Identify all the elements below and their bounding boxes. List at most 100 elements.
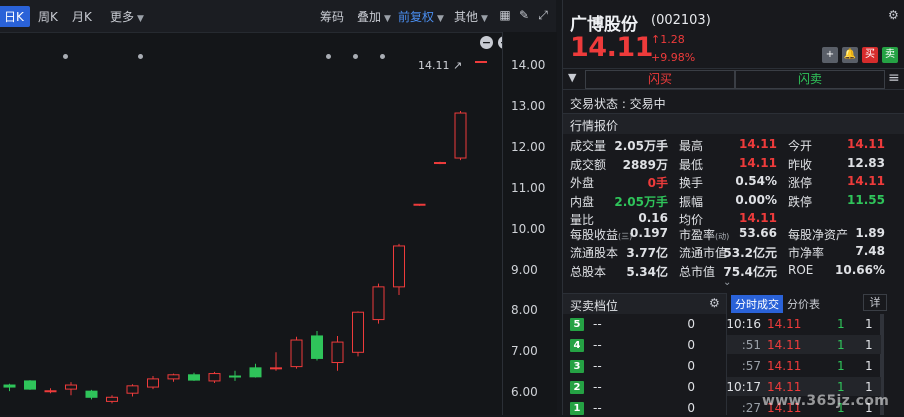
candlestick <box>229 370 241 381</box>
tab-price-table[interactable]: 分价表 <box>787 296 820 312</box>
price-tick-label: 11.00 <box>511 180 546 195</box>
price-tick-label: 14.00 <box>511 58 546 72</box>
order-volume: 0 <box>687 359 695 373</box>
quote-label: 昨收 <box>788 157 813 172</box>
quote-value: 2.05万手 <box>614 139 668 153</box>
quote-value: 14.11 <box>847 137 885 151</box>
candlestick <box>454 110 467 161</box>
candlestick <box>208 371 221 383</box>
trade-time: :51 <box>741 338 761 352</box>
fundamental-label: 流通市值 <box>679 246 728 261</box>
tab-week-k[interactable]: 周K <box>38 8 58 25</box>
candlestick <box>24 380 36 390</box>
order-price: -- <box>593 380 602 394</box>
order-price: -- <box>593 401 602 415</box>
menu-icon[interactable]: ≡ <box>888 70 900 86</box>
tab-month-k[interactable]: 月K <box>72 8 92 25</box>
chart-toolbar: 日K 周K 月K 更多 ▼ 筹码 叠加 ▼ 前复权 ▼ 其他 ▼ ▦ ✎ ⤢ <box>0 0 556 33</box>
fullscreen-icon[interactable]: ⤢ <box>536 8 550 22</box>
quote-section-header: 行情报价 <box>563 113 904 134</box>
price-change-pct: +9.98% <box>651 51 696 64</box>
trade-count: 1 <box>865 338 873 352</box>
quote-label: 今开 <box>788 139 813 153</box>
more-label: 更多 <box>110 10 135 24</box>
other-label: 其他 <box>454 10 479 24</box>
other-dropdown[interactable]: 其他 ▼ <box>454 8 488 25</box>
quote-value: 14.11 <box>847 174 885 189</box>
fundamental-value: 75.4亿元 <box>723 264 777 279</box>
gear-icon[interactable]: ⚙ <box>709 296 720 310</box>
flash-trade-row: ▼ 闪买 闪卖 ≡ <box>563 68 904 90</box>
alert-bell-icon[interactable]: 🔔 <box>842 47 858 63</box>
overlay-dropdown[interactable]: 叠加 ▼ <box>357 8 391 25</box>
fuquan-dropdown[interactable]: 前复权 ▼ <box>398 8 444 25</box>
candlestick <box>352 311 364 357</box>
gear-icon[interactable]: ⚙ <box>888 8 899 22</box>
trade-time: :27 <box>741 401 761 415</box>
candlestick <box>65 382 77 396</box>
flash-sell-button[interactable]: 闪卖 <box>735 70 885 89</box>
quote-value: 11.55 <box>847 192 885 207</box>
candlestick <box>475 61 487 64</box>
order-book-title: 买卖档位 <box>570 299 619 313</box>
candle-body <box>270 367 282 370</box>
quote-value: 14.11 <box>739 137 777 151</box>
price-axis: 14.00 13.00 12.00 11.00 10.00 9.00 8.00 7.00 6.0… <box>502 32 557 415</box>
order-volume: 0 <box>687 401 695 415</box>
order-book-header: 买卖档位 ⚙ <box>563 293 726 314</box>
trade-count: 1 <box>865 380 873 394</box>
trade-row: :51 14.11 1 1 <box>727 335 881 354</box>
fundamental-label: 每股净资产 <box>788 228 849 242</box>
expand-icon[interactable]: ▼ <box>568 71 576 84</box>
fundamental-value: 53.2亿元 <box>723 246 777 261</box>
candle-body <box>208 373 221 382</box>
quote-label: 振幅 <box>679 194 704 209</box>
marker-dot <box>380 54 385 59</box>
trade-price: 14.11 <box>767 317 802 331</box>
trade-price: 14.11 <box>767 338 802 352</box>
trade-volume: 1 <box>837 338 845 352</box>
tab-tick-trades[interactable]: 分时成交 <box>731 295 783 313</box>
candle-body <box>249 367 262 378</box>
candle-body <box>352 311 364 353</box>
trade-time: 10:16 <box>726 317 761 331</box>
candle-body <box>126 385 139 394</box>
quote-value: 14.11 <box>739 155 777 170</box>
grid-icon[interactable]: ▦ <box>498 8 512 22</box>
more-dropdown[interactable]: 更多 ▼ <box>110 8 144 25</box>
order-level-badge: 2 <box>570 381 584 394</box>
quote-section-title: 行情报价 <box>570 119 619 133</box>
last-price-tag: 14.11 ↗ <box>418 59 462 72</box>
price-tick-label: 6.00 <box>511 385 538 400</box>
candlestick <box>85 389 98 400</box>
order-level-badge: 5 <box>570 318 584 331</box>
marker-dot <box>138 54 143 59</box>
chevron-down-icon: ▼ <box>437 14 444 24</box>
flash-buy-button[interactable]: 闪买 <box>585 70 735 89</box>
marker-dot <box>353 54 358 59</box>
add-watchlist-icon[interactable]: + <box>822 47 838 63</box>
quote-value: 2889万 <box>622 157 668 172</box>
candle-body <box>311 335 323 359</box>
trade-count: 1 <box>865 359 873 373</box>
draw-pen-icon[interactable]: ✎ <box>517 8 531 22</box>
candlestick <box>147 376 159 390</box>
zoom-out-icon[interactable]: − <box>480 36 493 49</box>
sell-button[interactable]: 卖 <box>882 47 898 63</box>
tab-day-k[interactable]: 日K <box>0 6 30 27</box>
chips-button[interactable]: 筹码 <box>320 8 344 25</box>
candlestick <box>311 331 323 361</box>
quote-value: 0.16 <box>638 211 668 226</box>
quote-value: 12.83 <box>847 155 885 170</box>
quote-label: 最低 <box>679 157 704 172</box>
trading-status: 交易状态 : 交易中 <box>570 97 666 111</box>
buy-button[interactable]: 买 <box>862 47 878 63</box>
detail-button[interactable]: 详 <box>863 294 887 311</box>
fundamental-value: 0.197 <box>630 226 668 240</box>
quote-label: 换手 <box>679 176 704 191</box>
candle-body <box>147 378 159 388</box>
candlestick <box>106 395 118 404</box>
trade-price: 14.11 <box>767 359 802 373</box>
price-tick-label: 13.00 <box>511 98 546 113</box>
fundamental-label: ROE <box>788 262 814 277</box>
